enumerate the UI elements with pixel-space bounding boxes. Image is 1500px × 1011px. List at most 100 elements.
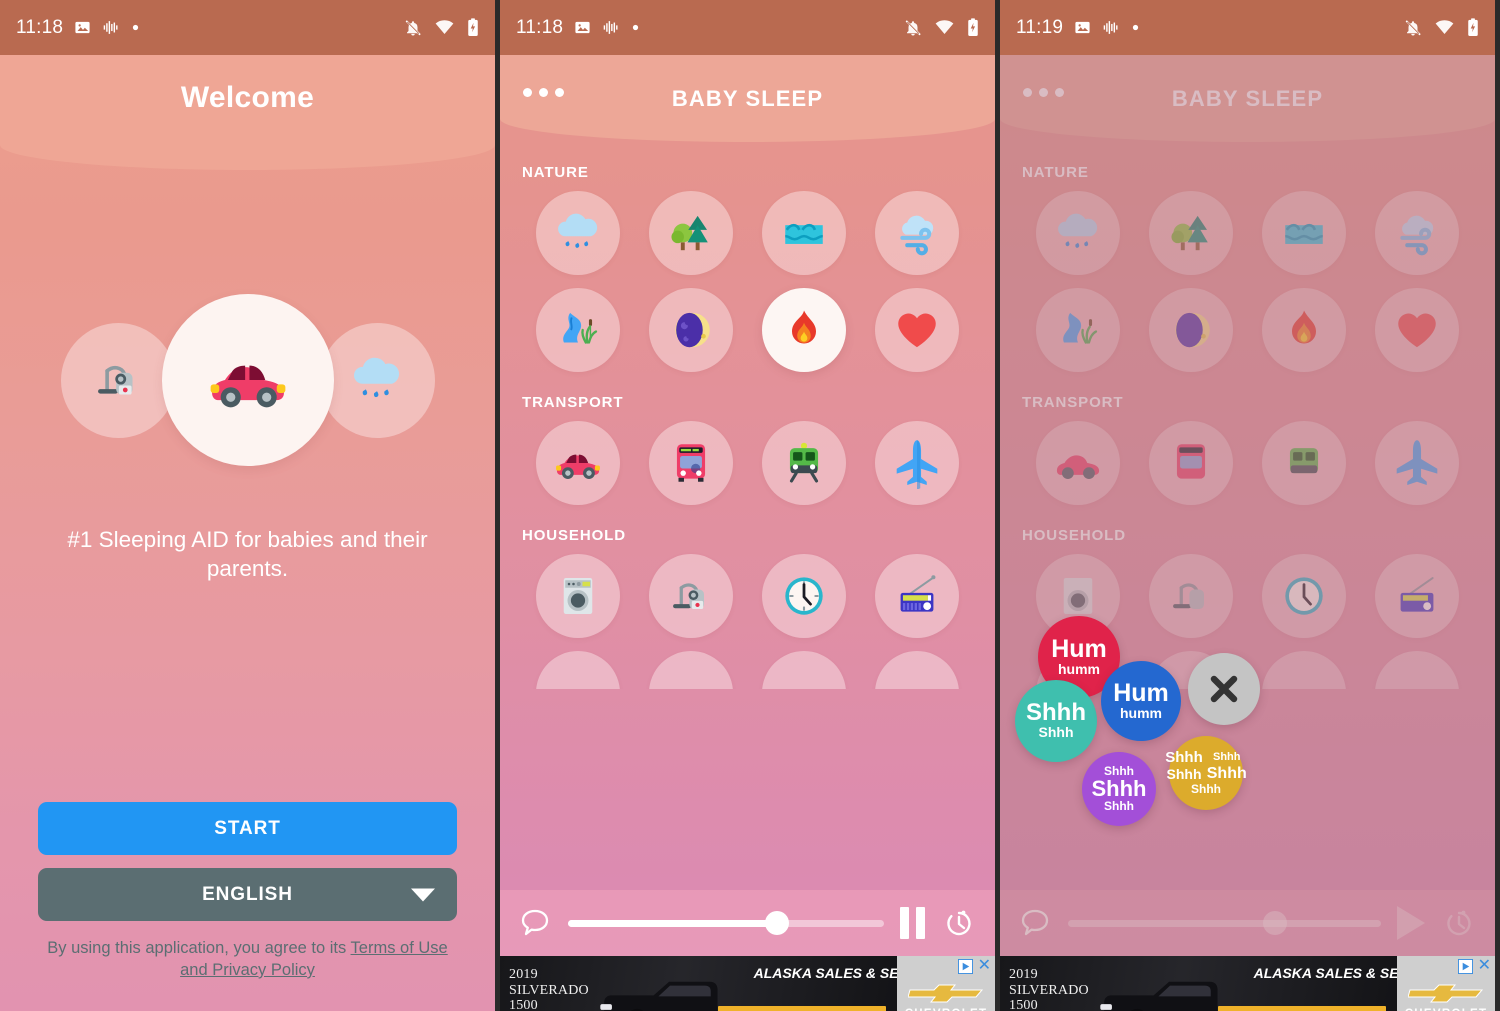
sound-tile-washing-machine[interactable] — [536, 554, 621, 638]
sound-tile-wind[interactable] — [874, 191, 959, 275]
image-icon — [74, 19, 91, 36]
ocean-waves-icon — [779, 208, 829, 258]
voice-bubble-hum-blue[interactable]: Hum humm — [1101, 661, 1181, 741]
welcome-header: Welcome — [0, 55, 495, 170]
ad-creative[interactable]: 2019 SILVERADO 1500 ALASKA SALES & SERVI… — [500, 956, 897, 1011]
sound-tile-fire[interactable] — [761, 288, 846, 372]
section-label-nature: NATURE — [522, 164, 589, 181]
ad-banner[interactable]: 2019 SILVERADO 1500 ALASKA SALES & SERVI… — [1000, 956, 1495, 1011]
ad-cta-button[interactable]: View Inventory — [1218, 1006, 1386, 1011]
ad-brand-name: CHEVROLET — [905, 1008, 988, 1011]
sound-tile-ocean[interactable] — [761, 191, 846, 275]
chevron-down-icon — [411, 888, 435, 901]
ad-model-text: 2019 SILVERADO 1500 — [509, 967, 589, 1011]
sound-tile-train[interactable] — [761, 421, 846, 505]
bubble-subtitle: Shhh — [1104, 799, 1134, 813]
status-time: 11:18 — [16, 16, 64, 38]
speech-bubble-icon[interactable] — [518, 906, 552, 940]
app-header: BABY SLEEP — [500, 55, 995, 142]
ad-model-line1: 2019 — [509, 967, 538, 982]
moon-icon — [666, 305, 716, 355]
sound-tile-rain[interactable] — [536, 191, 621, 275]
section-nature: NATURE — [500, 164, 995, 372]
phone-panel-voice-overlay: 11:19 BABY SLEEP NATURE TRANSPORT HOUSEH… — [1000, 0, 1495, 1011]
dot-icon — [632, 24, 639, 31]
sound-tile-partial-4[interactable] — [874, 651, 959, 689]
washing-machine-icon — [554, 572, 602, 620]
status-bar: 11:19 — [1000, 0, 1495, 55]
sound-grid-household — [522, 554, 973, 638]
ad-headline: ALASKA SALES & SERVICE — [1253, 965, 1397, 981]
close-overlay-button[interactable] — [1188, 653, 1260, 725]
battery-charging-icon — [1467, 18, 1479, 37]
bubble-subtitle: humm — [1058, 660, 1100, 677]
voice-bubble-shhh-purple[interactable]: Shhh Shhh Shhh — [1082, 752, 1156, 826]
welcome-preview-circles — [0, 280, 495, 480]
terms-prefix: By using this application, you agree to … — [47, 939, 351, 957]
sound-tile-airplane[interactable] — [874, 421, 959, 505]
ad-brand-name: CHEVROLET — [1405, 1008, 1488, 1011]
sound-tile-partial-1[interactable] — [536, 651, 621, 689]
car-icon — [551, 436, 605, 490]
river-stream-icon — [553, 305, 603, 355]
battery-charging-icon — [467, 18, 479, 37]
ad-model-line3: 1500 — [509, 998, 538, 1011]
player-bar — [500, 890, 995, 956]
sound-tile-partial-2[interactable] — [649, 651, 734, 689]
battery-charging-icon — [967, 18, 979, 37]
status-bar-left: 11:19 — [1016, 17, 1139, 39]
ad-close-icon[interactable]: ✕ — [978, 958, 991, 974]
sound-tile-heartbeat[interactable] — [874, 288, 959, 372]
section-transport: TRANSPORT — [500, 394, 995, 505]
wifi-icon — [1435, 20, 1454, 35]
more-dots-icon[interactable] — [523, 88, 564, 97]
ad-badges: ✕ — [1457, 958, 1491, 974]
close-icon — [1210, 675, 1238, 703]
dot-icon — [132, 24, 139, 31]
voice-bubble-overlay: Hum humm Shhh Shhh Hum humm Shhh Shhh Sh… — [1000, 55, 1495, 956]
status-bar-right — [1404, 18, 1479, 37]
sound-tile-clock[interactable] — [761, 554, 846, 638]
sound-grid-nature — [522, 191, 973, 372]
sound-tile-radio[interactable] — [874, 554, 959, 638]
start-button[interactable]: START — [38, 802, 457, 855]
volume-knob[interactable] — [764, 911, 789, 935]
sounds-screen: BABY SLEEP NATURE TRANSPORT HOUSEHOLD — [500, 55, 995, 956]
timer-icon[interactable] — [941, 905, 977, 941]
status-time: 11:19 — [1016, 16, 1064, 38]
sound-tile-bus[interactable] — [649, 421, 734, 505]
bubble-title: Hum — [1113, 678, 1169, 707]
sound-tile-moon[interactable] — [649, 288, 734, 372]
bubble-text-2: Shhh — [1213, 751, 1241, 764]
sound-tile-river[interactable] — [536, 288, 621, 372]
vacuum-icon — [665, 570, 717, 622]
ad-cta-button[interactable]: View Inventory — [718, 1006, 886, 1011]
ad-creative[interactable]: 2019 SILVERADO 1500 ALASKA SALES & SERVI… — [1000, 956, 1397, 1011]
voice-bubble-shhh-teal[interactable]: Shhh Shhh — [1015, 680, 1097, 762]
preview-circle-vacuum[interactable] — [60, 322, 176, 438]
screenshot-stage: 11:18 Welcome #1 Sleeping AID for babies… — [0, 0, 1500, 1011]
sound-tile-car[interactable] — [536, 421, 621, 505]
adchoices-icon[interactable] — [1457, 958, 1473, 974]
notifications-off-icon — [904, 19, 922, 37]
pause-icon[interactable] — [900, 907, 925, 939]
bubble-title: Shhh — [1091, 776, 1147, 801]
preview-circle-rain[interactable] — [319, 322, 435, 438]
ad-model-line3: 1500 — [1009, 998, 1038, 1011]
sound-tile-partial-3[interactable] — [761, 651, 846, 689]
status-bar: 11:18 — [500, 0, 995, 55]
adchoices-icon[interactable] — [957, 958, 973, 974]
preview-circle-car[interactable] — [161, 294, 334, 466]
sound-tile-forest[interactable] — [649, 191, 734, 275]
phone-panel-welcome: 11:18 Welcome #1 Sleeping AID for babies… — [0, 0, 495, 1011]
sound-tile-vacuum[interactable] — [649, 554, 734, 638]
phone-panel-sounds: 11:18 BABY SLEEP NATURE TRANSPORT HOUSEH… — [500, 0, 995, 1011]
language-select[interactable]: ENGLISH — [38, 868, 457, 921]
chevrolet-bowtie-icon — [908, 984, 984, 1002]
volume-slider[interactable] — [568, 911, 884, 935]
ad-headline: ALASKA SALES & SERVICE — [753, 965, 897, 981]
ad-close-icon[interactable]: ✕ — [1478, 958, 1491, 974]
ad-banner[interactable]: 2019 SILVERADO 1500 ALASKA SALES & SERVI… — [500, 956, 995, 1011]
voice-bubble-shhh-gold[interactable]: Shhh Shhh Shhh Shhh Shhh — [1165, 736, 1247, 810]
rain-cloud-icon — [347, 350, 407, 410]
